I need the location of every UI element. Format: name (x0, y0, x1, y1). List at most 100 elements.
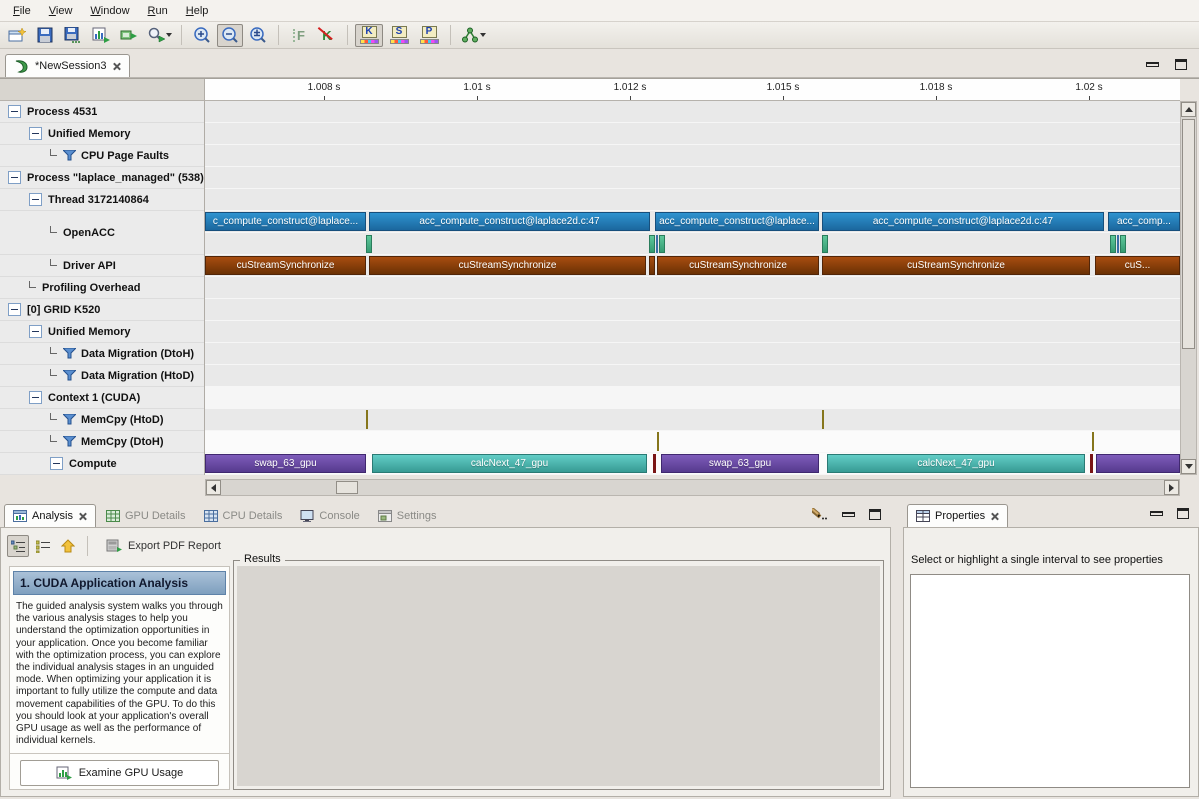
export-session-button[interactable] (116, 24, 142, 47)
minimize-panel-icon[interactable] (842, 512, 855, 517)
timeline-lane-thread-3172140864[interactable] (205, 189, 1180, 211)
tab-gpu-details[interactable]: GPU Details (98, 504, 194, 527)
timeline-lane-unified-memory[interactable] (205, 321, 1180, 343)
timeline-lane-context-1-cuda[interactable] (205, 387, 1180, 409)
minimize-properties-icon[interactable] (1150, 511, 1163, 516)
kernel-coloring-button[interactable]: K (355, 24, 383, 47)
timeline-row-process-4531[interactable]: Process 4531 (0, 101, 204, 123)
collapse-toggle-icon[interactable] (8, 303, 21, 316)
stream-coloring-button[interactable]: S (385, 24, 413, 47)
scroll-down-button[interactable] (1181, 459, 1196, 474)
collapse-toggle-icon[interactable] (29, 193, 42, 206)
maximize-properties-icon[interactable] (1177, 508, 1189, 519)
unguided-analysis-view-button[interactable] (32, 535, 54, 557)
menu-file[interactable]: File (4, 2, 40, 20)
close-properties-icon[interactable] (990, 512, 999, 521)
maximize-panel-icon[interactable] (869, 509, 881, 520)
timeline-horizontal-scrollbar[interactable] (205, 479, 1180, 496)
scroll-left-button[interactable] (206, 480, 221, 495)
timeline-row-data-migration-dtoh[interactable]: Data Migration (DtoH) (0, 343, 204, 365)
save-as-button[interactable] (60, 24, 86, 47)
timeline-row-profiling-overhead[interactable]: Profiling Overhead (0, 277, 204, 299)
timeline-row-process-laplace-managed-538[interactable]: Process "laplace_managed" (538) (0, 167, 204, 189)
timeline-row-unified-memory[interactable]: Unified Memory (0, 123, 204, 145)
interval-bar-acc-compute-construct-laplace[interactable]: acc_compute_construct@laplace... (655, 212, 819, 231)
interval-bar-c-compute-construct-laplace[interactable]: c_compute_construct@laplace... (205, 212, 366, 231)
timeline-lane-cpu-page-faults[interactable] (205, 145, 1180, 167)
collapse-toggle-icon[interactable] (29, 127, 42, 140)
timeline-lane-openacc[interactable]: c_compute_construct@laplace...acc_comput… (205, 211, 1180, 233)
timeline-row-data-migration-htod[interactable]: Data Migration (HtoD) (0, 365, 204, 387)
maximize-view-icon[interactable] (1175, 59, 1187, 70)
run-analysis-caret[interactable] (166, 33, 172, 37)
interval-bar[interactable] (649, 256, 655, 275)
timeline-row-driver-api[interactable]: Driver API (0, 255, 204, 277)
tab-properties[interactable]: Properties (907, 504, 1008, 527)
menu-window[interactable]: Window (81, 2, 138, 20)
timeline-lane-process-4531[interactable] (205, 101, 1180, 123)
openacc-event-mark[interactable] (366, 235, 372, 253)
close-analysis-icon[interactable] (78, 512, 87, 521)
clear-marker-button[interactable]: K (314, 24, 340, 47)
memcpy-event-line[interactable] (366, 410, 368, 429)
memcpy-event-line[interactable] (822, 410, 824, 429)
interval-bar-acc-comp[interactable]: acc_comp... (1108, 212, 1180, 231)
timeline-lane-compute[interactable]: swap_63_gpucalcNext_47_gpuswap_63_gpucal… (205, 453, 1180, 475)
openacc-event-mark[interactable] (649, 235, 655, 253)
close-session-icon[interactable] (112, 62, 121, 71)
up-level-button[interactable] (57, 535, 79, 557)
timeline-lane-unified-memory[interactable] (205, 123, 1180, 145)
timeline-row-0-grid-k520[interactable]: [0] GRID K520 (0, 299, 204, 321)
collapse-toggle-icon[interactable] (8, 105, 21, 118)
timeline-row-context-1-cuda[interactable]: Context 1 (CUDA) (0, 387, 204, 409)
timeline-row-openacc[interactable]: OpenACC (0, 211, 204, 255)
timeline-row-thread-3172140864[interactable]: Thread 3172140864 (0, 189, 204, 211)
vertical-scroll-thumb[interactable] (1182, 119, 1195, 349)
menu-view[interactable]: View (40, 2, 82, 20)
interval-bar-acc-compute-construct-laplace2d-c-47[interactable]: acc_compute_construct@laplace2d.c:47 (822, 212, 1104, 231)
collapse-toggle-icon[interactable] (8, 171, 21, 184)
menu-run[interactable]: Run (139, 2, 177, 20)
horizontal-scroll-thumb[interactable] (336, 481, 358, 494)
timeline-lane-data-migration-htod[interactable] (205, 365, 1180, 387)
interval-bar-acc-compute-construct-laplace2d-c-47[interactable]: acc_compute_construct@laplace2d.c:47 (369, 212, 650, 231)
save-session-button[interactable] (32, 24, 58, 47)
timeline-row-cpu-page-faults[interactable]: CPU Page Faults (0, 145, 204, 167)
interval-bar-swap-63-gpu[interactable]: swap_63_gpu (205, 454, 366, 473)
timeline-lane-memcpy-dtoh[interactable] (205, 431, 1180, 453)
process-coloring-button[interactable]: P (415, 24, 443, 47)
export-pdf-report-button[interactable]: Export PDF Report (96, 534, 231, 558)
interval-bar-custreamsynchronize[interactable]: cuStreamSynchronize (205, 256, 366, 275)
interval-bar-custreamsynchronize[interactable]: cuStreamSynchronize (657, 256, 819, 275)
interval-bar-custreamsynchronize[interactable]: cuStreamSynchronize (822, 256, 1090, 275)
collapse-toggle-icon[interactable] (29, 325, 42, 338)
memcpy-event-line[interactable] (1092, 432, 1094, 451)
guided-analysis-view-button[interactable] (7, 535, 29, 557)
timeline-vertical-scrollbar[interactable] (1180, 101, 1197, 475)
interval-bar-custreamsynchronize[interactable]: cuStreamSynchronize (369, 256, 646, 275)
interval-bar-cus[interactable]: cuS... (1095, 256, 1180, 275)
interval-bar[interactable] (1096, 454, 1180, 473)
timeline-row-unified-memory[interactable]: Unified Memory (0, 321, 204, 343)
collapse-toggle-icon[interactable] (50, 457, 63, 470)
view-menu-pencil-icon[interactable] (812, 508, 828, 520)
tab-newsession3[interactable]: *NewSession3 (5, 54, 130, 77)
timeline-lane-data-migration-dtoh[interactable] (205, 343, 1180, 365)
timeline-lane-openacc[interactable] (205, 233, 1180, 255)
memcpy-event-line[interactable] (657, 432, 659, 451)
openacc-event-mark[interactable] (656, 235, 658, 253)
examine-gpu-usage-button[interactable]: Examine GPU Usage (20, 760, 219, 786)
openacc-event-mark[interactable] (1117, 235, 1119, 253)
timeline-lane-memcpy-htod[interactable] (205, 409, 1180, 431)
timeline-lane-driver-api[interactable]: cuStreamSynchronizecuStreamSynchronizecu… (205, 255, 1180, 277)
scroll-up-button[interactable] (1181, 102, 1196, 117)
tab-analysis[interactable]: Analysis (4, 504, 96, 527)
menu-help[interactable]: Help (177, 2, 218, 20)
zoom-fit-button[interactable] (245, 24, 271, 47)
interval-bar[interactable] (653, 454, 656, 473)
interval-bar-swap-63-gpu[interactable]: swap_63_gpu (661, 454, 819, 473)
timeline-lane-profiling-overhead[interactable] (205, 277, 1180, 299)
openacc-event-mark[interactable] (1120, 235, 1126, 253)
tab-console[interactable]: Console (292, 504, 367, 527)
openacc-event-mark[interactable] (822, 235, 828, 253)
